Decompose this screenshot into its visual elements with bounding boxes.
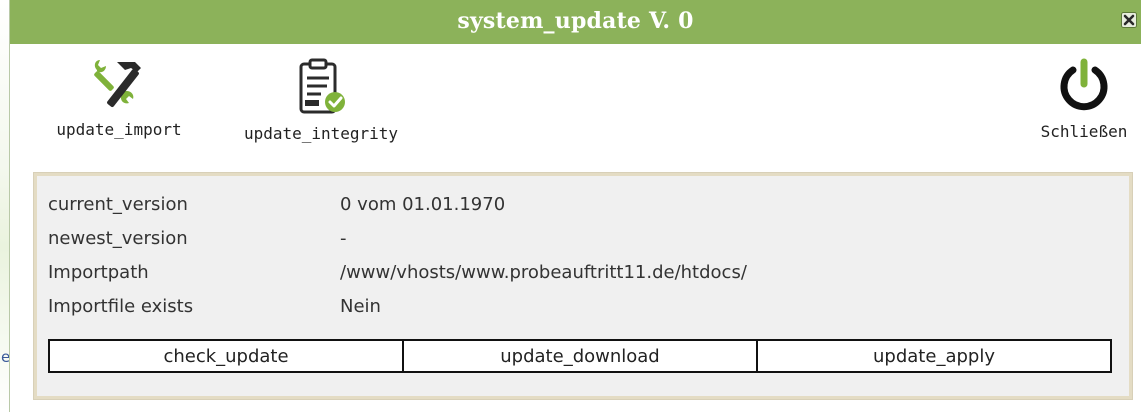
action-button-row: check_update update_download update_appl…	[48, 339, 1112, 373]
info-table: current_version 0 vom 01.01.1970 newest_…	[48, 187, 747, 323]
info-row-importpath: Importpath /www/vhosts/www.probeauftritt…	[48, 255, 747, 289]
system-update-dialog: system_update V. 0 update_import update_…	[9, 0, 1141, 412]
close-label: Schließen	[1040, 122, 1128, 141]
update-import-label: update_import	[56, 120, 182, 139]
update-import-button[interactable]: update_import	[34, 58, 204, 139]
hammer-wrench-icon	[94, 60, 141, 107]
update-integrity-label: update_integrity	[243, 124, 399, 143]
background-edge: e	[0, 0, 10, 412]
update-integrity-button[interactable]: update_integrity	[226, 58, 416, 143]
update-apply-button[interactable]: update_apply	[758, 339, 1112, 373]
info-key: Importpath	[48, 261, 149, 283]
titlebar[interactable]: system_update V. 0	[10, 0, 1141, 44]
info-value: Nein	[340, 295, 381, 317]
close-button[interactable]: Schließen	[1028, 58, 1140, 141]
info-row-current-version: current_version 0 vom 01.01.1970	[48, 187, 747, 221]
update-download-button[interactable]: update_download	[404, 339, 758, 373]
clipboard-check-icon	[299, 58, 345, 114]
info-key: Importfile exists	[48, 295, 194, 317]
toolbar: update_import update_integrity Schließen	[10, 44, 1141, 162]
info-key: current_version	[48, 193, 188, 215]
close-icon[interactable]	[1121, 12, 1137, 28]
window-title: system_update V. 0	[457, 8, 694, 34]
info-row-newest-version: newest_version -	[48, 221, 747, 255]
check-update-button[interactable]: check_update	[48, 339, 404, 373]
info-value: /www/vhosts/www.probeauftritt11.de/htdoc…	[340, 261, 747, 283]
info-value: 0 vom 01.01.1970	[340, 193, 506, 215]
info-value: -	[340, 227, 347, 249]
info-row-importfile-exists: Importfile exists Nein	[48, 289, 747, 323]
update-info-panel: current_version 0 vom 01.01.1970 newest_…	[33, 172, 1133, 400]
power-icon	[1060, 58, 1108, 111]
info-key: newest_version	[48, 227, 188, 249]
